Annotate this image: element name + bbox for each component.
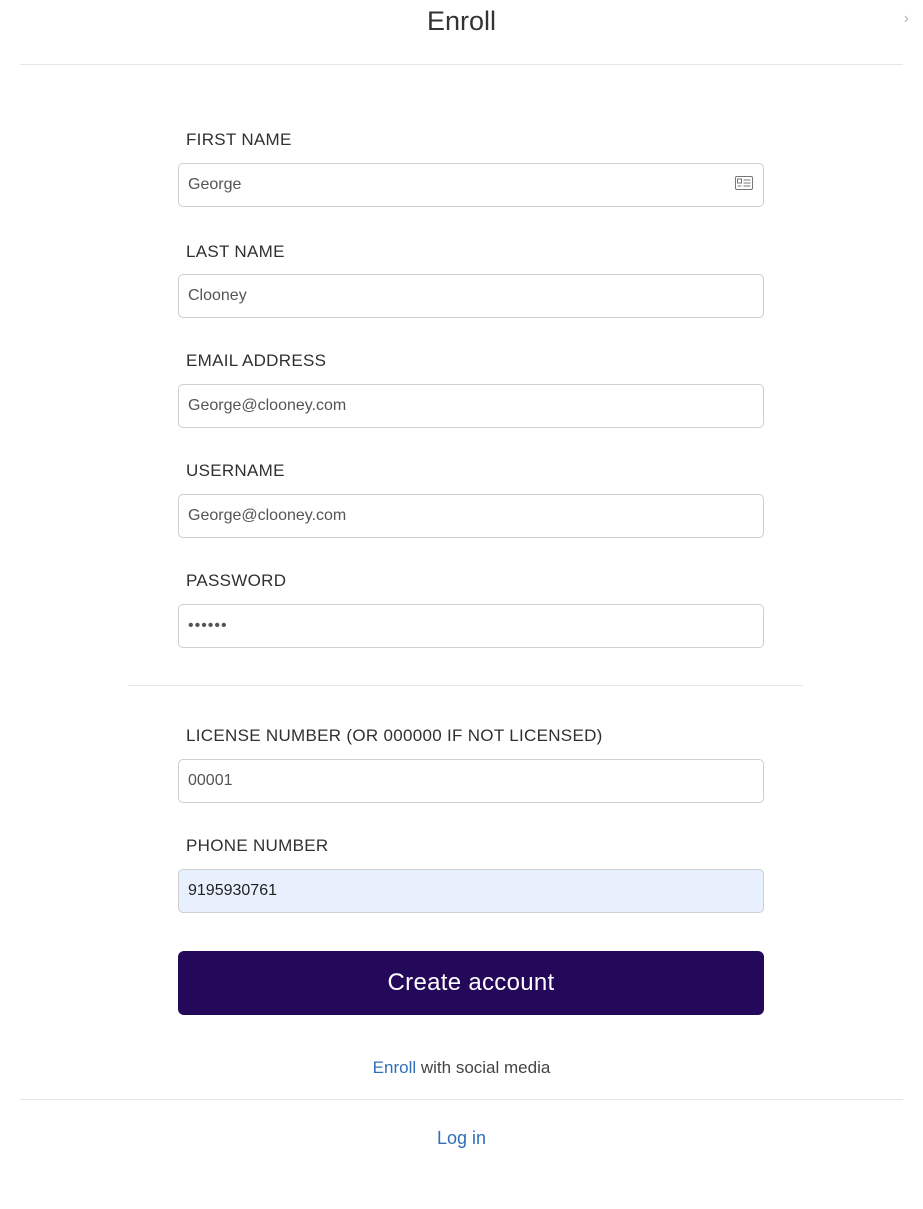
password-label: PASSWORD (186, 571, 287, 590)
last-name-field[interactable] (178, 274, 764, 318)
social-enroll-text: with social media (416, 1058, 551, 1077)
last-name-input[interactable] (188, 275, 728, 317)
section-divider (128, 685, 803, 686)
login-row: Log in (0, 1128, 923, 1149)
page-title: Enroll (426, 6, 497, 36)
contact-card-icon[interactable] (735, 176, 753, 190)
username-input[interactable] (188, 495, 728, 537)
first-name-label: FIRST NAME (186, 130, 292, 149)
phone-input[interactable] (188, 870, 728, 912)
password-field[interactable] (178, 604, 764, 648)
footer-divider (20, 1099, 903, 1100)
chevron-right-icon[interactable]: › (904, 10, 909, 28)
social-enroll-line: Enroll with social media (0, 1058, 923, 1078)
license-input[interactable] (188, 760, 728, 802)
enroll-page: Enroll › FIRST NAME LAST NAME EMAIL ADDR… (0, 0, 923, 1209)
login-link[interactable]: Log in (437, 1128, 486, 1148)
first-name-input[interactable] (188, 164, 728, 206)
email-label: EMAIL ADDRESS (186, 351, 327, 370)
username-label: USERNAME (186, 461, 285, 480)
header: Enroll › (0, 0, 923, 64)
username-field[interactable] (178, 494, 764, 538)
license-label: LICENSE NUMBER (OR 000000 IF NOT LICENSE… (186, 726, 603, 745)
enroll-social-link[interactable]: Enroll (373, 1058, 416, 1077)
create-account-button[interactable]: Create account (178, 951, 764, 1015)
password-input[interactable] (188, 605, 728, 647)
header-divider (20, 64, 903, 65)
email-input[interactable] (188, 385, 728, 427)
email-field[interactable] (178, 384, 764, 428)
phone-field[interactable] (178, 869, 764, 913)
first-name-field[interactable] (178, 163, 764, 207)
last-name-label: LAST NAME (186, 242, 285, 261)
license-field[interactable] (178, 759, 764, 803)
phone-label: PHONE NUMBER (186, 836, 329, 855)
